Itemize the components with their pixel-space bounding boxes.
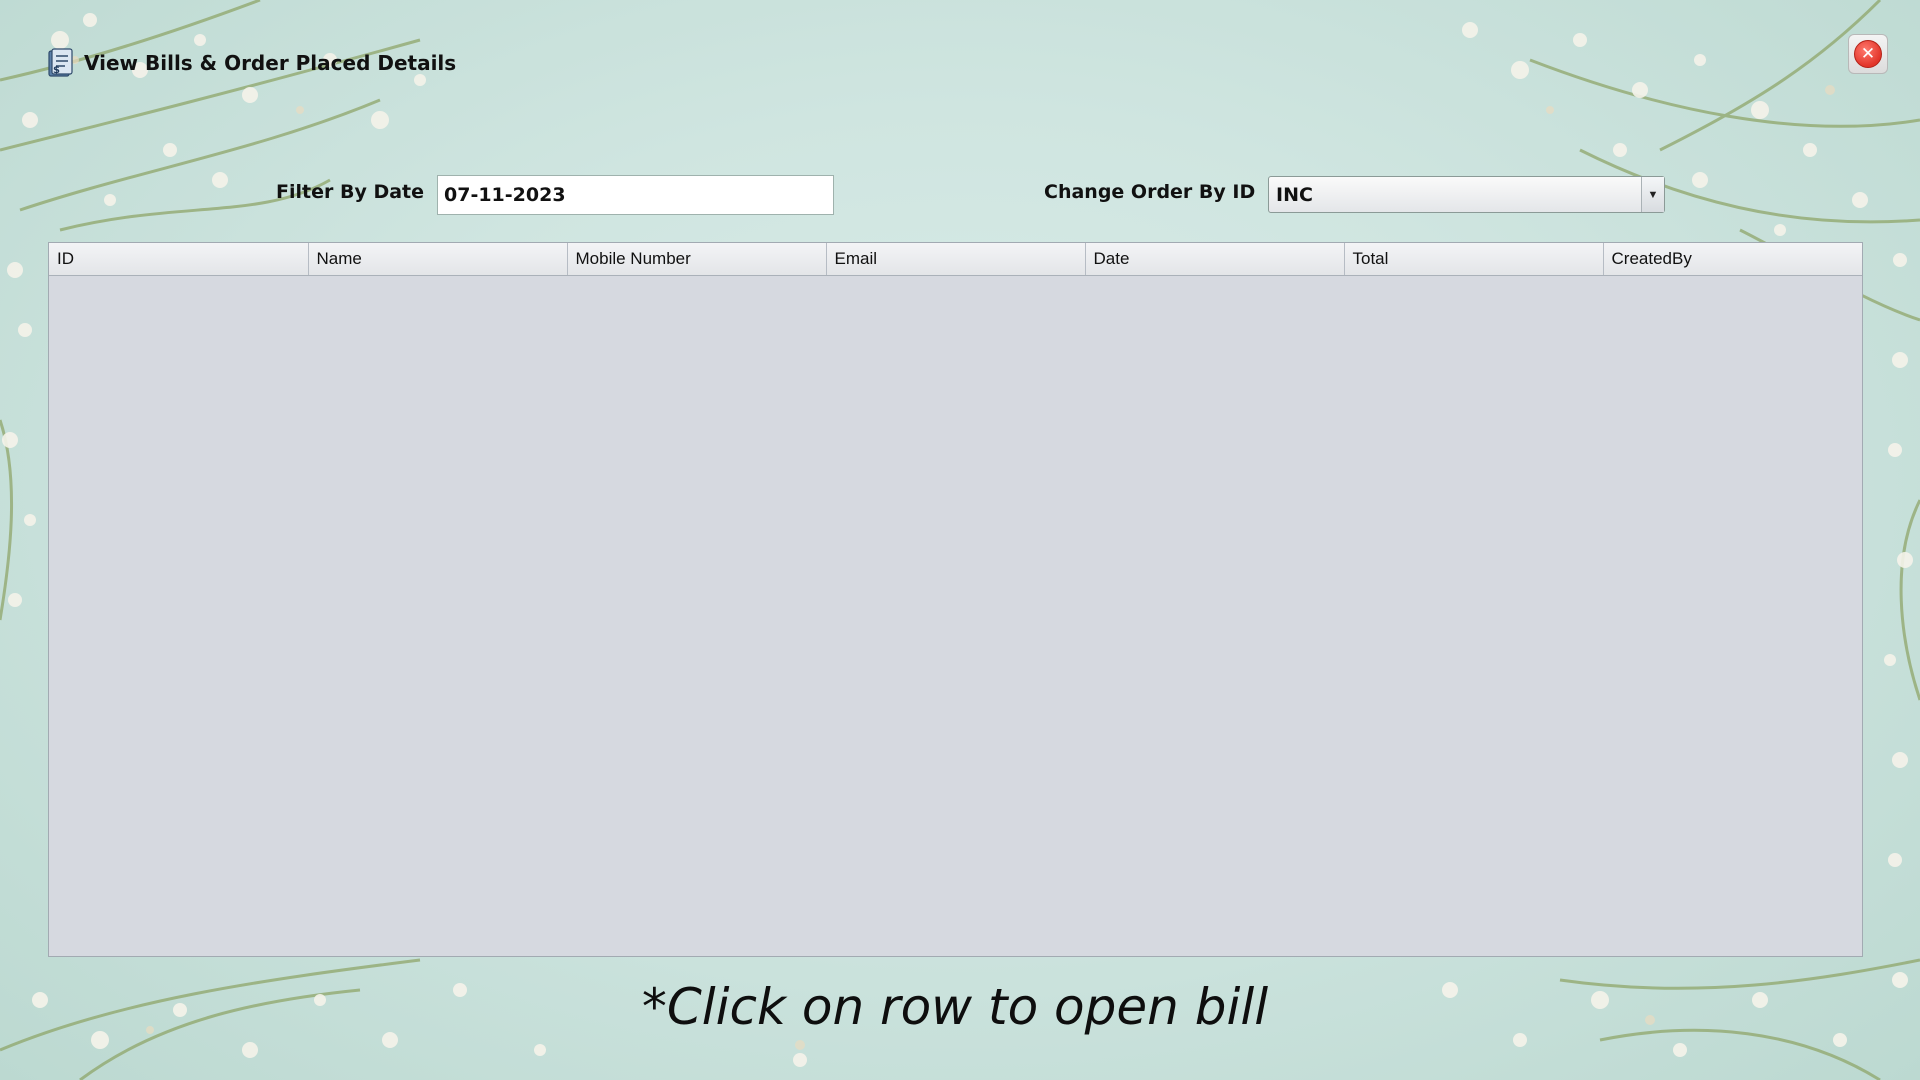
bills-table[interactable]: ID Name Mobile Number Email Date Total C…	[48, 242, 1863, 957]
order-by-id-dropdown[interactable]: INC ▼	[1268, 176, 1665, 213]
column-header-email[interactable]: Email	[826, 243, 1086, 276]
close-icon: ✕	[1854, 40, 1882, 68]
column-header-id[interactable]: ID	[49, 243, 309, 276]
order-selected-value: INC	[1276, 184, 1313, 206]
window-title-bar: $ View Bills & Order Placed Details	[46, 46, 456, 80]
window-title: View Bills & Order Placed Details	[84, 51, 457, 75]
svg-text:$: $	[53, 65, 60, 76]
table-header-row: ID Name Mobile Number Email Date Total C…	[49, 243, 1862, 276]
document-icon: $	[48, 48, 73, 77]
open-bill-hint: *Click on row to open bill	[641, 978, 1269, 1036]
filter-date-input[interactable]	[437, 175, 834, 215]
column-header-mobile-number[interactable]: Mobile Number	[567, 243, 827, 276]
chevron-down-icon[interactable]: ▼	[1641, 177, 1664, 212]
column-header-date[interactable]: Date	[1085, 243, 1345, 276]
column-header-createdby[interactable]: CreatedBy	[1603, 243, 1862, 276]
close-button[interactable]: ✕	[1848, 34, 1888, 74]
order-by-id-label: Change Order By ID	[1044, 181, 1256, 203]
column-header-total[interactable]: Total	[1344, 243, 1604, 276]
filter-by-date-label: Filter By Date	[276, 181, 425, 203]
column-header-name[interactable]: Name	[308, 243, 568, 276]
